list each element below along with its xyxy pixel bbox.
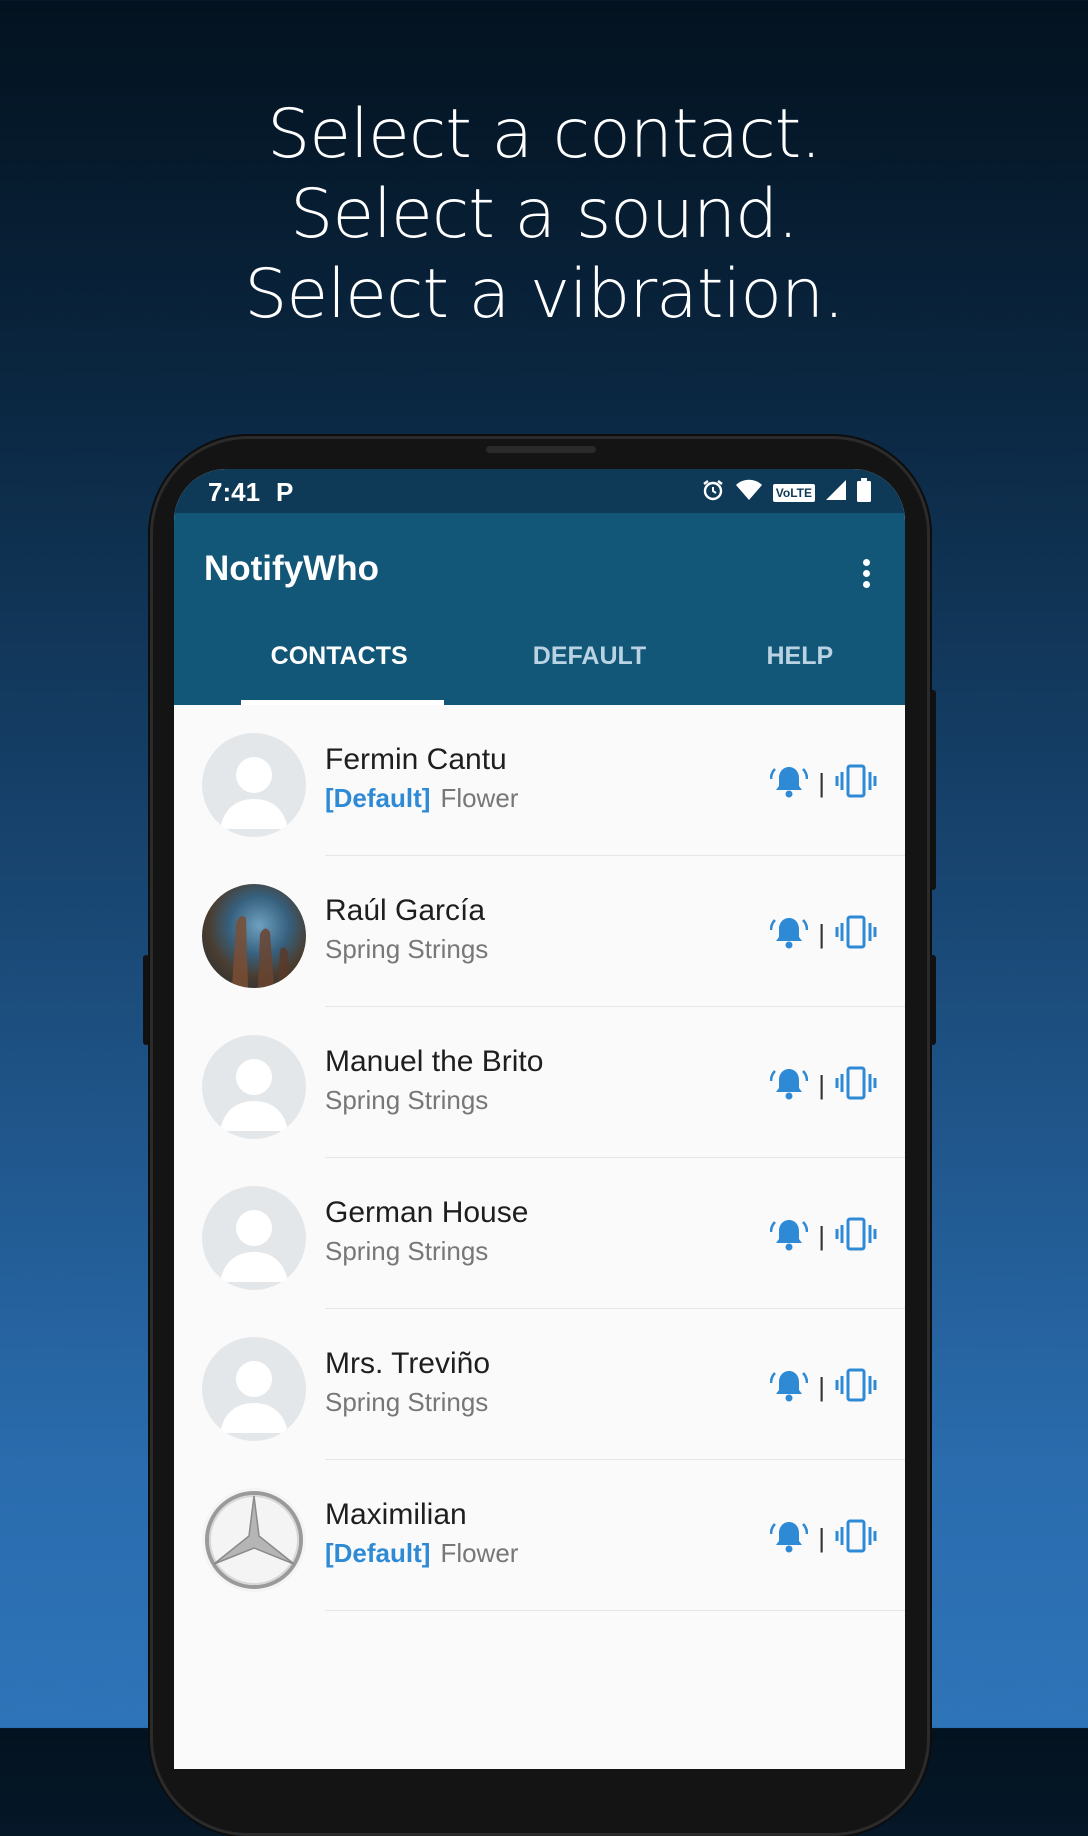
power-button: [930, 690, 936, 890]
contact-name: Manuel the Brito: [325, 1045, 544, 1078]
action-separator: |: [818, 1070, 825, 1100]
sound-name: Spring Strings: [325, 1236, 489, 1266]
contact-sound: Spring Strings: [325, 934, 488, 965]
vibration-icon[interactable]: [835, 764, 877, 803]
ringing-bell-icon[interactable]: [769, 1216, 809, 1257]
contact-sound: Spring Strings: [325, 1085, 488, 1116]
default-avatar-icon: [202, 1035, 306, 1139]
wifi-icon: [735, 479, 763, 506]
sound-name: Spring Strings: [325, 934, 489, 964]
contact-row[interactable]: Manuel the Brito Spring Strings |: [174, 1007, 905, 1158]
ringing-bell-icon[interactable]: [769, 1065, 809, 1106]
contact-name: German House: [325, 1196, 529, 1229]
contact-sound: Spring Strings: [325, 1236, 488, 1267]
app-bar: NotifyWho CONTACTS DEFAULT HELP: [174, 513, 905, 705]
vibration-icon[interactable]: [835, 1519, 877, 1558]
ringing-bell-icon[interactable]: [769, 1367, 809, 1408]
contact-name: Mrs. Treviño: [325, 1347, 491, 1380]
tab-default[interactable]: DEFAULT: [444, 621, 694, 705]
contact-name: Raúl García: [325, 894, 486, 927]
contact-sound: [Default] Flower: [325, 1538, 518, 1569]
more-vert-icon[interactable]: [863, 559, 871, 591]
phone-speaker: [486, 446, 596, 453]
default-tag: [Default]: [325, 783, 431, 813]
sound-name: Spring Strings: [325, 1085, 489, 1115]
action-separator: |: [818, 1221, 825, 1251]
tab-default-label: DEFAULT: [532, 642, 647, 670]
battery-icon: [857, 478, 871, 507]
parking-indicator: P: [276, 477, 294, 507]
nebula-photo-avatar: [202, 884, 306, 988]
default-avatar-icon: [202, 1337, 306, 1441]
action-separator: |: [818, 1523, 825, 1553]
volte-badge: VoLTE: [772, 483, 815, 502]
vibration-icon[interactable]: [835, 1066, 877, 1105]
headline-line-3: Select a vibration.: [244, 255, 844, 334]
ringing-bell-icon[interactable]: [769, 1518, 809, 1559]
tab-contacts[interactable]: CONTACTS: [174, 621, 445, 705]
volume-button: [930, 955, 936, 1045]
action-separator: |: [818, 1372, 825, 1402]
contact-name: Maximilian: [325, 1498, 467, 1531]
status-time: 7:41: [208, 477, 261, 507]
ringing-bell-icon[interactable]: [769, 763, 809, 804]
app-title: NotifyWho: [204, 549, 379, 588]
contact-row[interactable]: Mrs. Treviño Spring Strings |: [174, 1309, 905, 1460]
default-tag: [Default]: [325, 1538, 431, 1568]
vibration-icon[interactable]: [835, 915, 877, 954]
tab-bar: CONTACTS DEFAULT HELP: [174, 621, 905, 705]
contact-sound: [Default] Flower: [325, 783, 518, 814]
contact-sound: Spring Strings: [325, 1387, 488, 1418]
vibration-icon[interactable]: [835, 1368, 877, 1407]
headline-line-2: Select a sound.: [290, 175, 799, 254]
contact-row[interactable]: Maximilian [Default] Flower |: [174, 1460, 905, 1611]
vibration-icon[interactable]: [835, 1217, 877, 1256]
signal-icon: [825, 479, 847, 506]
contact-row[interactable]: Fermin Cantu [Default] Flower |: [174, 705, 905, 856]
tab-help-label: HELP: [766, 642, 834, 670]
action-separator: |: [818, 919, 825, 949]
contact-name: Fermin Cantu: [325, 743, 507, 776]
default-avatar-icon: [202, 1186, 306, 1290]
status-bar: 7:41 P VoLTE: [174, 469, 905, 513]
headline: Select a contact. Select a sound. Select…: [0, 95, 1088, 335]
action-separator: |: [818, 768, 825, 798]
star-logo-avatar: [202, 1488, 306, 1592]
side-key: [143, 955, 149, 1045]
ringing-bell-icon[interactable]: [769, 914, 809, 955]
headline-line-1: Select a contact.: [267, 95, 822, 174]
contact-list: Fermin Cantu [Default] Flower | Raúl Garc…: [174, 705, 905, 1611]
default-avatar-icon: [202, 733, 306, 837]
contact-row[interactable]: Raúl García Spring Strings |: [174, 856, 905, 1007]
alarm-icon: [701, 478, 725, 507]
sound-name: Flower: [440, 783, 519, 813]
sound-name: Flower: [440, 1538, 519, 1568]
sound-name: Spring Strings: [325, 1387, 489, 1417]
phone-screen: 7:41 P VoLTE NotifyWho CONTACTS DEFAULT …: [174, 469, 905, 1769]
contact-row[interactable]: German House Spring Strings |: [174, 1158, 905, 1309]
tab-help[interactable]: HELP: [695, 621, 905, 705]
tab-contacts-label: CONTACTS: [270, 642, 408, 670]
